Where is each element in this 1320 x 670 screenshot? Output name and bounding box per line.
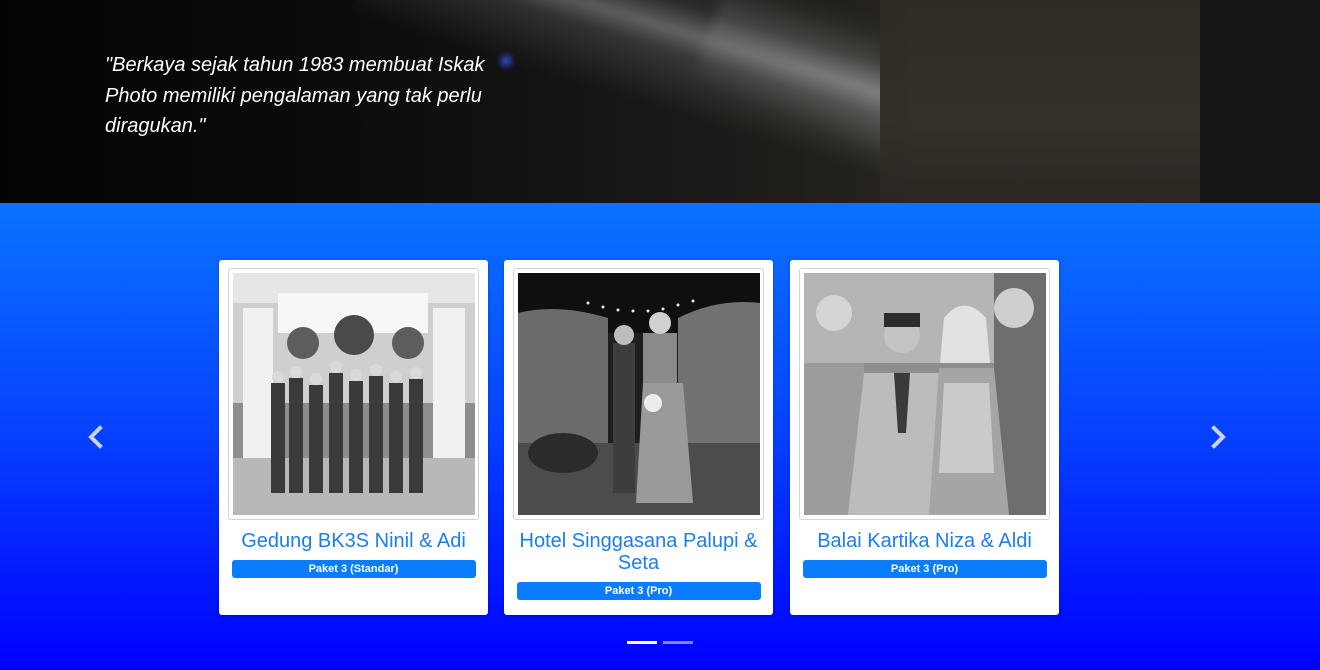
- card-title[interactable]: Balai Kartika Niza & Aldi: [800, 530, 1049, 552]
- carousel-indicator-1[interactable]: [627, 641, 657, 644]
- carousel-indicator-2[interactable]: [663, 641, 693, 644]
- carousel-prev-button[interactable]: [84, 425, 108, 449]
- chevron-right-icon: [1211, 425, 1226, 449]
- portfolio-card[interactable]: Gedung BK3S Ninil & Adi Paket 3 (Standar…: [219, 260, 488, 615]
- card-thumbnail-frame: [799, 268, 1050, 520]
- card-thumbnail-frame: [228, 268, 479, 520]
- carousel-next-button[interactable]: [1206, 425, 1230, 449]
- portfolio-carousel: Gedung BK3S Ninil & Adi Paket 3 (Standar…: [0, 203, 1320, 670]
- package-badge: Paket 3 (Standar): [231, 560, 476, 578]
- card-thumbnail-frame: [513, 268, 764, 520]
- carousel-indicators: [627, 641, 693, 644]
- package-badge: Paket 3 (Pro): [802, 560, 1047, 578]
- card-title[interactable]: Gedung BK3S Ninil & Adi: [229, 530, 478, 552]
- chevron-left-icon: [88, 425, 103, 449]
- card-photo[interactable]: [233, 273, 475, 515]
- portfolio-card[interactable]: Balai Kartika Niza & Aldi Paket 3 (Pro): [790, 260, 1059, 615]
- package-badge: Paket 3 (Pro): [516, 582, 761, 600]
- card-title[interactable]: Hotel Singgasana Palupi & Seta: [514, 530, 763, 574]
- portfolio-card[interactable]: Hotel Singgasana Palupi & Seta Paket 3 (…: [504, 260, 773, 615]
- hero-quote: "Berkaya sejak tahun 1983 membuat Iskak …: [105, 54, 485, 137]
- card-photo[interactable]: [804, 273, 1046, 515]
- card-photo[interactable]: [518, 273, 760, 515]
- hero-banner: "Berkaya sejak tahun 1983 membuat Iskak …: [0, 0, 1320, 203]
